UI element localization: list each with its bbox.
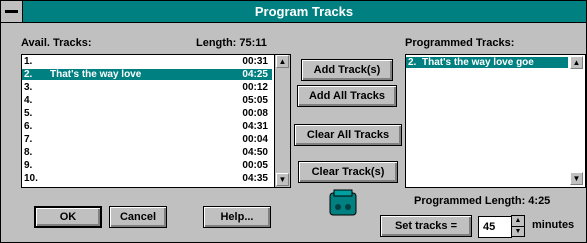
track-number: 7. <box>24 134 33 145</box>
track-title: That's the way love <box>50 69 142 80</box>
ok-button[interactable]: OK <box>34 206 102 228</box>
track-duration: 04:25 <box>242 69 268 80</box>
program-tracks-window: Program Tracks Avail. Tracks: Length: 75… <box>0 0 587 243</box>
set-tracks-button[interactable]: Set tracks = <box>380 215 472 237</box>
scroll-down-icon[interactable]: ▼ <box>570 172 583 185</box>
programmed-track-row[interactable]: 2. That's the way love goe <box>406 57 568 68</box>
track-title: That's the way love goe <box>422 57 534 68</box>
track-number: 10. <box>24 173 38 184</box>
track-row[interactable]: 3. 00:12 <box>22 82 272 93</box>
track-row[interactable]: 8. 04:50 <box>22 147 272 158</box>
track-row[interactable]: 7. 00:04 <box>22 134 272 145</box>
track-row[interactable]: 4. 05:05 <box>22 95 272 106</box>
title-bar: Program Tracks <box>1 1 586 23</box>
clear-all-tracks-button[interactable]: Clear All Tracks <box>294 124 402 146</box>
track-number: 4. <box>24 95 33 106</box>
track-number: 9. <box>24 160 33 171</box>
minutes-value: 45 <box>483 221 496 233</box>
track-duration: 05:05 <box>242 95 268 106</box>
avail-tracks-label: Avail. Tracks: <box>21 37 92 49</box>
system-menu-icon[interactable] <box>1 1 23 22</box>
minutes-spinner[interactable]: ▲ ▼ <box>511 215 525 237</box>
clear-tracks-button[interactable]: Clear Track(s) <box>298 161 398 183</box>
minutes-input[interactable]: 45 <box>478 216 512 238</box>
track-duration: 00:04 <box>242 134 268 145</box>
track-number: 1. <box>24 56 33 67</box>
avail-length-label: Length: 75:11 <box>196 37 267 49</box>
add-tracks-button[interactable]: Add Track(s) <box>301 59 393 81</box>
track-row[interactable]: 1. 00:31 <box>22 56 272 67</box>
track-row[interactable]: 2. That's the way love 04:25 <box>22 69 272 80</box>
track-row[interactable]: 5. 00:08 <box>22 108 272 119</box>
track-number: 8. <box>24 147 33 158</box>
add-all-tracks-button[interactable]: Add All Tracks <box>297 85 397 107</box>
track-duration: 04:31 <box>242 121 268 132</box>
avail-tracks-list[interactable]: 1. 00:31 2. That's the way love 04:25 3. 00:12… <box>21 54 291 188</box>
help-button[interactable]: Help... <box>203 206 271 228</box>
programmed-tracks-list[interactable]: 2. That's the way love goe ▲ ▼ <box>405 54 586 188</box>
window-title: Program Tracks <box>254 4 354 19</box>
programmed-length-label: Programmed Length: 4:25 <box>414 195 551 207</box>
track-number: 2. <box>24 69 33 80</box>
track-number: 3. <box>24 82 33 93</box>
track-row[interactable]: 6. 04:31 <box>22 121 272 132</box>
spin-up-icon[interactable]: ▲ <box>512 216 524 226</box>
track-row[interactable]: 9. 00:05 <box>22 160 272 171</box>
spin-down-icon[interactable]: ▼ <box>512 226 524 237</box>
cancel-button[interactable]: Cancel <box>109 206 167 228</box>
track-duration: 04:35 <box>242 173 268 184</box>
track-row[interactable]: 10. 04:35 <box>22 173 272 184</box>
track-duration: 00:31 <box>242 56 268 67</box>
scroll-up-icon[interactable]: ▲ <box>276 55 289 68</box>
track-duration: 00:08 <box>242 108 268 119</box>
disc-icon <box>329 189 357 217</box>
track-number: 5. <box>24 108 33 119</box>
scroll-up-icon[interactable]: ▲ <box>570 56 583 69</box>
scroll-down-icon[interactable]: ▼ <box>276 173 289 186</box>
track-duration: 04:50 <box>242 147 268 158</box>
track-number: 2. <box>408 57 417 68</box>
track-duration: 00:12 <box>242 82 268 93</box>
track-duration: 00:05 <box>242 160 268 171</box>
avail-scrollbar[interactable]: ▲ ▼ <box>274 55 290 187</box>
track-number: 6. <box>24 121 33 132</box>
programmed-tracks-label: Programmed Tracks: <box>405 37 515 49</box>
minutes-label: minutes <box>532 219 575 231</box>
